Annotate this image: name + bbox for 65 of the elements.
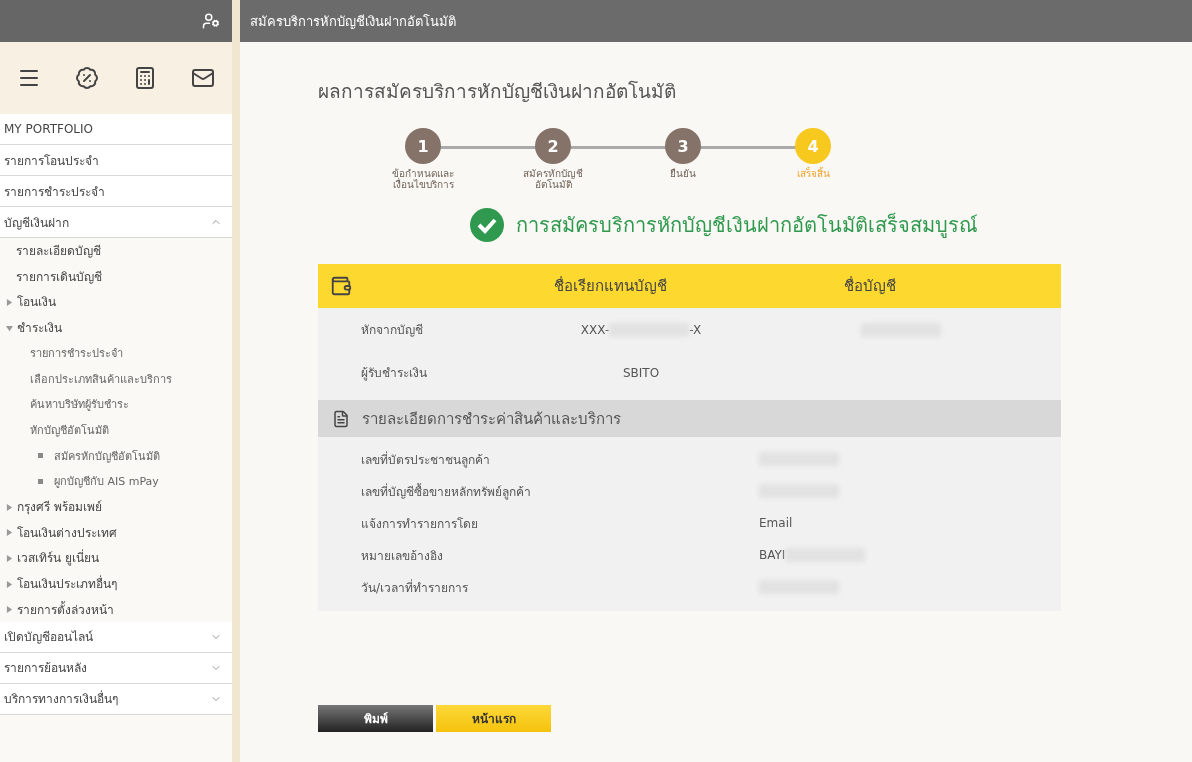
row-label: แจ้งการทำรายการโดย [361, 515, 479, 533]
submenu-item[interactable]: ผูกบัญชีกับ AIS mPay [54, 472, 159, 491]
collapsed-triangle-icon [6, 580, 13, 588]
row-label: วัน/เวลาที่ทำรายการ [361, 578, 470, 597]
menu-item[interactable]: รายการชำระประจำ [0, 176, 232, 207]
step-number: 4 [795, 128, 831, 164]
page-title: ผลการสมัครบริการหักบัญชีเงินฝากอัตโนมัติ [318, 79, 677, 104]
submenu-item[interactable]: โอนเงินต่างประเทศ [17, 522, 117, 542]
menu-item[interactable]: บัญชีเงินฝาก [0, 207, 232, 238]
home-button[interactable]: หน้าแรก [436, 705, 551, 732]
mail-icon[interactable] [191, 66, 215, 90]
section-title: รายละเอียดการชำระค่าสินค้าและบริการ [362, 408, 621, 430]
menu-item[interactable]: บริการทางการเงินอื่นๆ [0, 683, 232, 715]
collapsed-triangle-icon [6, 503, 13, 511]
menu-item[interactable]: เปิดบัญชีออนไลน์ [0, 621, 232, 653]
collapsed-triangle-icon [6, 529, 13, 537]
collapsed-triangle-icon [6, 299, 13, 306]
value-text: SBITO [622, 365, 660, 380]
calculator-icon[interactable] [133, 66, 157, 90]
menu-item[interactable]: MY PORTFOLIO [0, 114, 232, 145]
column-header: ชื่อเรียกแทนบัญชี [552, 275, 668, 297]
submenu-item[interactable]: รายละเอียดบัญชี [16, 241, 101, 261]
submenu-item[interactable]: รายการชำระประจำ [30, 344, 123, 363]
row-label: เลขที่บัญชีซื้อขายหลักทรัพย์ลูกค้า [361, 482, 532, 501]
collapsed-triangle-icon [6, 554, 13, 562]
value-text: BAYI [759, 548, 786, 562]
submenu-item[interactable]: เลือกประเภทสินค้าและบริการ [30, 369, 172, 388]
row-label: หักจากบัญชี [361, 322, 424, 339]
step-label: เสร็จสิ้น [796, 168, 830, 179]
submenu-item[interactable]: โอนเงิน [17, 292, 56, 312]
row-label: เลขที่บัตรประชาชนลูกค้า [361, 450, 491, 469]
submenu-item[interactable]: ค้นหาบริษัทผู้รับชำระ [30, 395, 129, 414]
step-label: ยืนยัน [670, 168, 696, 179]
step-label: สมัครหักบัญชี อัตโนมัติ [523, 168, 583, 190]
submenu-item[interactable]: เวสเทิร์น ยูเนี่ยน [17, 548, 99, 568]
bullet-icon [38, 453, 43, 459]
document-icon [332, 409, 350, 428]
submenu-item[interactable]: สมัครหักบัญชีอัตโนมัติ [54, 446, 160, 465]
percent-badge-icon[interactable] [75, 66, 99, 90]
step-number: 2 [535, 128, 571, 164]
submenu-item[interactable]: รายการเดินบัญชี [16, 266, 102, 286]
value-text: -X [689, 322, 702, 337]
step-label: ข้อกำหนดและ เงื่อนไขบริการ [392, 168, 454, 190]
step-number: 1 [405, 128, 441, 164]
success-message: การสมัครบริการหักบัญชีเงินฝากอัตโนมัติเสร็จสมบูรณ์ [516, 211, 978, 240]
wallet-icon [330, 275, 352, 297]
step-number: 3 [665, 128, 701, 164]
expanded-triangle-icon [6, 324, 13, 332]
row-label: ผู้รับชำระเงิน [361, 365, 428, 382]
submenu-item[interactable]: หักบัญชีอัตโนมัติ [30, 420, 109, 439]
submenu-item[interactable]: ชำระเงิน [17, 318, 62, 338]
value-text: XXX- [580, 322, 610, 337]
submenu-item[interactable]: กรุงศรี พร้อมเพย์ [17, 497, 102, 517]
submenu-item[interactable]: โอนเงินประเภทอื่นๆ [17, 574, 117, 593]
column-header: ชื่อบัญชี [843, 275, 897, 297]
row-label: หมายเลขอ้างอิง [361, 547, 444, 565]
submenu-item[interactable]: รายการตั้งล่วงหน้า [17, 599, 114, 619]
menu-item[interactable]: รายการย้อนหลัง [0, 652, 232, 684]
print-button[interactable]: พิมพ์ [318, 705, 433, 732]
user-settings-icon[interactable] [202, 12, 220, 30]
collapsed-triangle-icon [6, 606, 13, 614]
menu-item[interactable]: รายการโอนประจำ [0, 145, 232, 176]
header-title: สมัครบริการหักบัญชีเงินฝากอัตโนมัติ [250, 12, 456, 31]
value-text: Email [759, 516, 793, 530]
bullet-icon [38, 478, 43, 484]
